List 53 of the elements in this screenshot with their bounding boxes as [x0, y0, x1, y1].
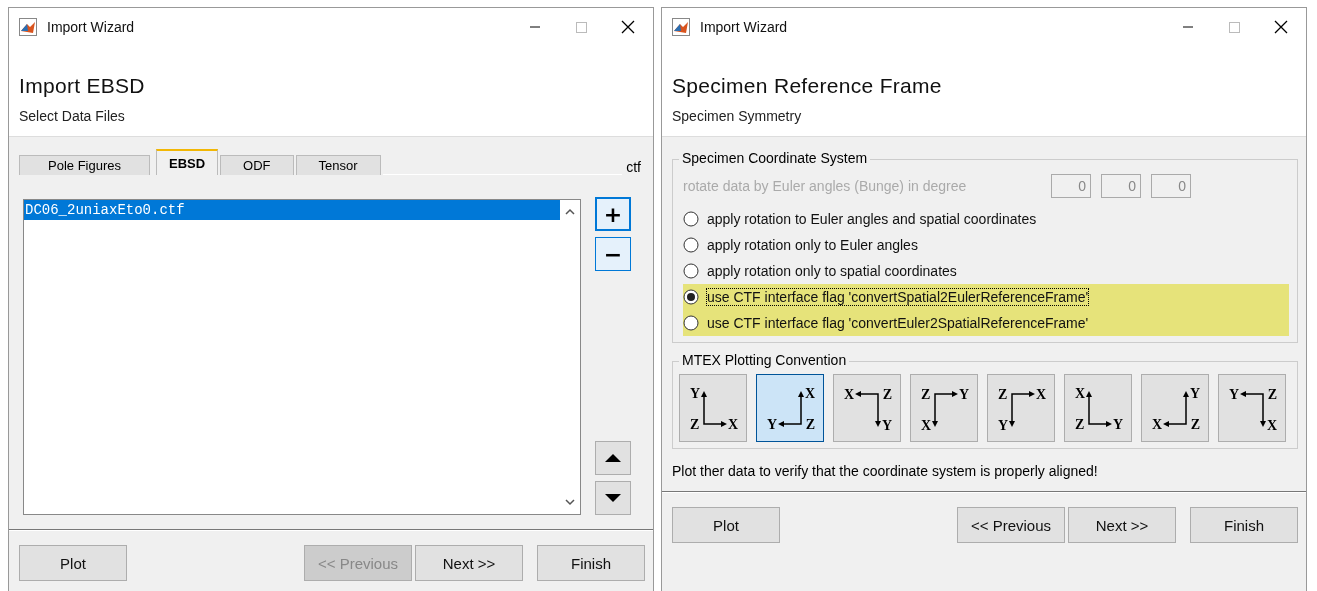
page-subheading: Select Data Files — [19, 108, 126, 124]
axis-convention-button[interactable]: X Z Y — [833, 374, 901, 442]
axis-convention-button[interactable]: Z Y X — [910, 374, 978, 442]
next-button[interactable]: Next >> — [415, 545, 523, 581]
plot-button[interactable]: Plot — [672, 507, 780, 543]
group-title: MTEX Plotting Convention — [679, 352, 850, 368]
tab[interactable]: ODF — [220, 155, 294, 175]
close-icon[interactable] — [621, 20, 635, 34]
rotate-label: rotate data by Euler angles (Bunge) in degree — [683, 178, 968, 194]
hint-text: Plot ther data to verify that the coordinate system is properly aligned! — [672, 462, 1099, 481]
radio-label: use CTF interface flag 'convertEuler2SpatialReferenceFrame' — [707, 315, 1089, 331]
previous-button[interactable]: << Previous — [957, 507, 1065, 543]
axis-convention-button[interactable]: Y X Z — [1141, 374, 1209, 442]
radio-button[interactable] — [683, 289, 699, 305]
tab[interactable]: EBSD — [156, 149, 219, 175]
tab[interactable]: Pole Figures — [19, 155, 150, 175]
window-title: Import Wizard — [700, 19, 789, 35]
axis-convention-button[interactable]: Y Z X — [679, 374, 747, 442]
scroll-up-icon[interactable] — [565, 208, 575, 216]
close-icon[interactable] — [1274, 20, 1288, 34]
axis-convention-button[interactable]: X Z Y — [1064, 374, 1132, 442]
radio-label: apply rotation to Euler angles and spatial coordinates — [707, 211, 1037, 227]
page-heading: Import EBSD — [19, 74, 146, 98]
format-label: ctf — [625, 159, 642, 175]
radio-button[interactable] — [683, 315, 699, 331]
remove-button[interactable]: − — [595, 237, 631, 271]
radio-button[interactable] — [683, 237, 699, 253]
window-title: Import Wizard — [47, 19, 136, 35]
radio-label: apply rotation only to spatial coordinates — [707, 263, 957, 279]
finish-button[interactable]: Finish — [537, 545, 645, 581]
radio-label: apply rotation only to Euler angles — [707, 237, 918, 253]
radio-button[interactable] — [683, 263, 699, 279]
radio-label: use CTF interface flag 'convertSpatial2EulerReferenceFrame' — [707, 289, 1089, 305]
move-up-button[interactable] — [595, 441, 631, 475]
page-heading: Specimen Reference Frame — [672, 74, 943, 98]
next-button[interactable]: Next >> — [1068, 507, 1176, 543]
group-title: Specimen Coordinate System — [679, 150, 871, 166]
tab[interactable]: Tensor — [295, 155, 381, 175]
axis-convention-button[interactable]: Z X Y — [987, 374, 1055, 442]
axis-convention-button[interactable]: Y Z X — [1218, 374, 1286, 442]
move-down-button[interactable] — [595, 481, 631, 515]
page-subheading: Specimen Symmetry — [672, 108, 803, 124]
app-icon — [19, 18, 37, 36]
plot-button[interactable]: Plot — [19, 545, 127, 581]
up-triangle-icon — [603, 453, 623, 463]
radio-button[interactable] — [683, 211, 699, 227]
app-icon — [672, 18, 690, 36]
finish-button[interactable]: Finish — [1190, 507, 1298, 543]
scroll-down-icon[interactable] — [565, 498, 575, 506]
axis-convention-button[interactable]: X Y Z — [756, 374, 824, 442]
add-button[interactable]: + — [595, 197, 631, 231]
file-item[interactable]: DC06_2uniaxEto0.ctf — [24, 200, 560, 220]
down-triangle-icon — [603, 493, 623, 503]
